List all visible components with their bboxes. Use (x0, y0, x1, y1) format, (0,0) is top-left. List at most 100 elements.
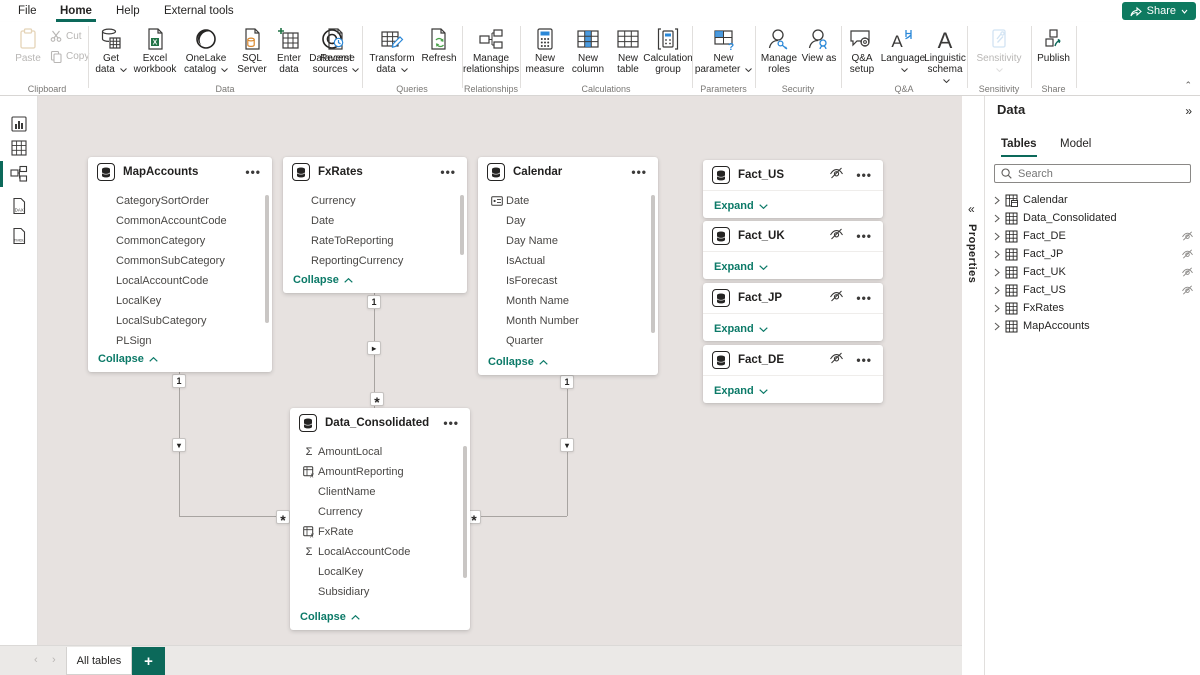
table-card-mapaccounts[interactable]: MapAccounts ••• CategorySortOrder Common… (88, 157, 272, 372)
manage-relationships-button[interactable]: Manage relationships (464, 25, 518, 75)
field-row[interactable]: LocalKey (290, 562, 470, 582)
field-list-item-fact-uk[interactable]: Fact_UK (994, 263, 1194, 281)
more-options-icon[interactable]: ••• (854, 171, 874, 179)
collapse-link[interactable]: Collapse (293, 274, 353, 286)
field-row[interactable]: Day (478, 211, 658, 231)
tab-tables[interactable]: Tables (1001, 138, 1037, 157)
field-list-item-fact-us[interactable]: Fact_US (994, 281, 1194, 299)
field-row[interactable]: Currency (290, 502, 470, 522)
field-row[interactable]: ReportingCurrency (283, 251, 467, 271)
card-scrollbar[interactable] (460, 195, 464, 255)
qa-setup-button[interactable]: Q&A setup (843, 25, 881, 75)
field-row[interactable]: LocalKey (88, 291, 272, 311)
collapse-link[interactable]: Collapse (300, 611, 360, 623)
field-list-item-mapaccounts[interactable]: MapAccounts (994, 317, 1194, 335)
copy-button[interactable]: Copy (50, 50, 89, 63)
more-options-icon[interactable]: ••• (441, 419, 461, 427)
expand-properties-icon[interactable]: « (968, 202, 975, 216)
collapse-link[interactable]: Collapse (488, 356, 548, 368)
tmdl-view-icon[interactable]: TMDL (0, 222, 38, 250)
field-row[interactable]: PLSign (88, 331, 272, 351)
expand-link[interactable]: Expand (714, 323, 768, 335)
more-options-icon[interactable]: ••• (438, 168, 458, 176)
share-button[interactable]: Share (1122, 2, 1196, 20)
more-options-icon[interactable]: ••• (243, 168, 263, 176)
collapse-ribbon-icon[interactable]: ⌃ (1184, 80, 1192, 91)
field-row[interactable]: xAmountReporting (290, 462, 470, 482)
table-card-fact-jp[interactable]: Fact_JP ••• Expand (703, 283, 883, 341)
hidden-eye-icon[interactable] (1181, 249, 1194, 259)
transform-data-button[interactable]: Transform data (366, 25, 418, 75)
table-view-icon[interactable] (0, 134, 38, 162)
card-scrollbar[interactable] (651, 195, 655, 333)
hidden-eye-icon[interactable] (829, 166, 844, 184)
field-row[interactable]: Date (478, 191, 658, 211)
search-box[interactable] (994, 164, 1191, 183)
new-measure-button[interactable]: New measure (524, 25, 566, 75)
hidden-eye-icon[interactable] (829, 289, 844, 307)
field-row[interactable]: Date (283, 211, 467, 231)
model-view-icon[interactable] (0, 160, 38, 188)
expand-link[interactable]: Expand (714, 261, 768, 273)
hidden-eye-icon[interactable] (829, 351, 844, 369)
field-row[interactable]: CommonSubCategory (88, 251, 272, 271)
field-row[interactable]: Currency (283, 191, 467, 211)
hidden-eye-icon[interactable] (1181, 285, 1194, 295)
view-as-button[interactable]: View as (801, 25, 837, 64)
sql-server-button[interactable]: SQL Server (234, 25, 270, 75)
table-card-fxrates[interactable]: FxRates ••• Currency Date RateToReportin… (283, 157, 467, 293)
table-card-fact-uk[interactable]: Fact_UK ••• Expand (703, 221, 883, 279)
field-row[interactable]: CategorySortOrder (88, 191, 272, 211)
card-scrollbar[interactable] (463, 446, 467, 578)
more-options-icon[interactable]: ••• (629, 168, 649, 176)
new-table-button[interactable]: New table (610, 25, 646, 75)
model-canvas[interactable]: 1 ▾ * 1 ▸ * 1 ▾ * MapAccounts ••• Catego… (38, 96, 962, 645)
menu-home[interactable]: Home (56, 0, 96, 22)
expand-link[interactable]: Expand (714, 385, 768, 397)
field-row[interactable]: Day Name (478, 231, 658, 251)
field-row[interactable]: Subsidiary (290, 582, 470, 602)
hidden-eye-icon[interactable] (1181, 231, 1194, 241)
field-list-item-fact-de[interactable]: Fact_DE (994, 227, 1194, 245)
field-row[interactable]: CommonCategory (88, 231, 272, 251)
field-row[interactable]: LocalAccountCode (88, 271, 272, 291)
recent-sources-button[interactable]: Recent sources (312, 25, 360, 75)
menu-external-tools[interactable]: External tools (160, 0, 238, 22)
field-list-item-fact-jp[interactable]: Fact_JP (994, 245, 1194, 263)
field-row[interactable]: xFxRate (290, 522, 470, 542)
more-options-icon[interactable]: ••• (854, 294, 874, 302)
collapse-link[interactable]: Collapse (98, 353, 158, 365)
sensitivity-button[interactable]: Sensitivity (969, 25, 1029, 75)
field-row[interactable]: Month Number (478, 311, 658, 331)
enter-data-button[interactable]: Enter data (272, 25, 306, 75)
menu-help[interactable]: Help (112, 0, 144, 22)
onelake-catalog-button[interactable]: OneLake catalog (180, 25, 232, 75)
linguistic-schema-button[interactable]: A Linguistic schema (923, 25, 967, 86)
field-row[interactable]: RateToReporting (283, 231, 467, 251)
field-row[interactable]: Month Name (478, 291, 658, 311)
calculation-group-button[interactable]: Calculation group (646, 25, 690, 75)
relationship-line[interactable] (179, 516, 290, 517)
more-options-icon[interactable]: ••• (854, 356, 874, 364)
hidden-eye-icon[interactable] (829, 227, 844, 245)
more-options-icon[interactable]: ••• (854, 232, 874, 240)
field-row[interactable]: IsForecast (478, 271, 658, 291)
hidden-eye-icon[interactable] (1181, 267, 1194, 277)
dax-query-view-icon[interactable]: DAX (0, 192, 38, 220)
field-list-item-calendar[interactable]: Calendar (994, 191, 1194, 209)
field-row[interactable]: ClientName (290, 482, 470, 502)
collapse-data-pane-icon[interactable]: » (1185, 104, 1192, 118)
tab-model[interactable]: Model (1060, 138, 1091, 155)
language-button[interactable]: A Language (881, 25, 925, 75)
get-data-button[interactable]: Get data (92, 25, 130, 75)
field-row[interactable]: LocalSubCategory (88, 311, 272, 331)
publish-button[interactable]: Publish (1033, 25, 1074, 64)
search-input[interactable] (1018, 168, 1168, 180)
new-column-button[interactable]: New column (568, 25, 608, 75)
table-card-fact-us[interactable]: Fact_US ••• Expand (703, 160, 883, 218)
table-card-fact-de[interactable]: Fact_DE ••• Expand (703, 345, 883, 403)
paste-button[interactable]: Paste (10, 25, 46, 64)
field-list-item-data-consolidated[interactable]: Data_Consolidated (994, 209, 1194, 227)
tab-all-tables[interactable]: All tables (66, 647, 132, 675)
table-card-data-consolidated[interactable]: Data_Consolidated ••• ΣAmountLocal xAmou… (290, 408, 470, 630)
